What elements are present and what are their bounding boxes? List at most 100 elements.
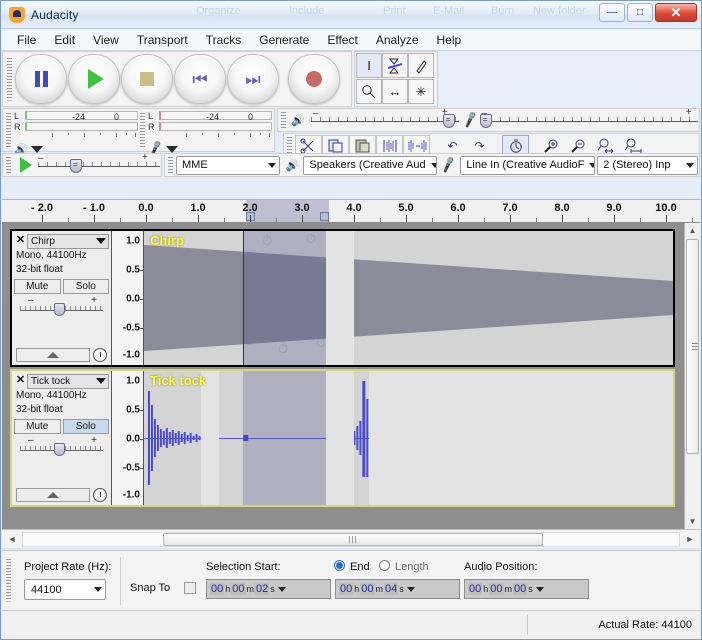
chevron-down-icon[interactable] bbox=[536, 587, 544, 592]
scroll-right-arrow-icon[interactable]: ► bbox=[680, 534, 700, 544]
waveform-chirp[interactable]: Chirp ⏱ ⏱ ⏱ ⏱ ⏱ bbox=[144, 231, 673, 365]
snap-to-checkbox[interactable] bbox=[184, 582, 196, 594]
solo-button-chirp[interactable]: Solo bbox=[63, 279, 110, 294]
track-control-panel-tick-tock[interactable]: ✕ Tick tock Mono, 44100Hz 32-bit float M… bbox=[12, 371, 112, 505]
chevron-down-icon[interactable] bbox=[278, 587, 286, 592]
scroll-up-arrow-icon[interactable]: ▲ bbox=[685, 223, 700, 238]
input-volume-thumb[interactable] bbox=[480, 114, 492, 128]
menu-file[interactable]: File bbox=[8, 30, 45, 50]
ruler-label-5.0: 5.0 bbox=[398, 202, 413, 214]
menu-edit[interactable]: Edit bbox=[45, 30, 84, 50]
transport-toolbar-grip[interactable] bbox=[5, 54, 13, 104]
gain-thumb-chirp[interactable] bbox=[54, 303, 65, 316]
close-track-icon[interactable]: ✕ bbox=[14, 235, 27, 248]
sel-end-seconds: 04 bbox=[384, 583, 398, 595]
track-name-dropdown-chirp[interactable]: Chirp bbox=[27, 234, 109, 249]
play-speed-thumb[interactable] bbox=[70, 159, 82, 173]
track-tick-tock[interactable]: ✕ Tick tock Mono, 44100Hz 32-bit float M… bbox=[10, 369, 675, 507]
microphone-icon: 🎤 bbox=[461, 111, 480, 129]
menu-analyze[interactable]: Analyze bbox=[367, 30, 428, 50]
output-device-combo[interactable]: Speakers (Creative Aud bbox=[303, 156, 437, 175]
track-clock-icon-chirp[interactable] bbox=[93, 348, 107, 362]
mixer-toolbar-grip[interactable] bbox=[279, 110, 287, 130]
chevron-down-icon[interactable] bbox=[407, 587, 415, 592]
length-radio[interactable] bbox=[379, 560, 390, 572]
track-name-dropdown-tick-tock[interactable]: Tick tock bbox=[27, 374, 109, 389]
play-at-speed-button[interactable] bbox=[20, 157, 32, 173]
menu-generate[interactable]: Generate bbox=[250, 30, 318, 50]
skip-end-button[interactable]: ⏭ bbox=[227, 54, 279, 104]
menu-tracks[interactable]: Tracks bbox=[197, 30, 251, 50]
sel-start-minutes-unit: m bbox=[247, 584, 255, 594]
menu-transport[interactable]: Transport bbox=[128, 30, 197, 50]
record-button[interactable] bbox=[288, 54, 340, 104]
horizontal-scroll-track[interactable]: ||| bbox=[22, 532, 680, 547]
audio-pos-minutes: 00 bbox=[489, 583, 503, 595]
gain-thumb-tick-tock[interactable] bbox=[54, 443, 65, 456]
horizontal-scrollbar[interactable]: ◄ ||| ► bbox=[2, 529, 700, 548]
horizontal-scroll-thumb[interactable]: ||| bbox=[163, 533, 543, 546]
track-clock-icon-tick-tock[interactable] bbox=[93, 488, 107, 502]
input-channels-value: 2 (Stereo) Inp bbox=[603, 159, 670, 171]
collapse-track-button-chirp[interactable] bbox=[16, 348, 90, 362]
record-meter[interactable]: L R 🎤 -24 0 bbox=[148, 110, 272, 150]
record-meter-menu-icon[interactable] bbox=[166, 146, 178, 153]
playback-meter-tick-0: 0 bbox=[114, 112, 119, 122]
audio-position-time-field[interactable]: 00 h 00 m 00 s bbox=[464, 579, 589, 599]
selection-tool[interactable]: I bbox=[356, 53, 382, 78]
track-chirp[interactable]: ✕ Chirp Mono, 44100Hz 32-bit float Mute … bbox=[10, 229, 675, 367]
selection-end-time-field[interactable]: 00 h 00 m 04 s bbox=[335, 579, 460, 599]
track-control-panel-chirp[interactable]: ✕ Chirp Mono, 44100Hz 32-bit float Mute … bbox=[12, 231, 112, 365]
gain-slider-chirp[interactable]: – + bbox=[14, 299, 109, 317]
output-volume-slider[interactable]: – + bbox=[311, 113, 459, 127]
record-meter-grip[interactable] bbox=[138, 110, 146, 150]
solo-button-tick-tock[interactable]: Solo bbox=[63, 419, 110, 434]
menu-view[interactable]: View bbox=[84, 30, 128, 50]
draw-tool[interactable] bbox=[408, 53, 434, 78]
scroll-left-arrow-icon[interactable]: ◄ bbox=[2, 534, 22, 544]
project-rate-combo[interactable]: 44100 bbox=[24, 579, 106, 600]
track-format-line2-tick-tock: 32-bit float bbox=[14, 403, 109, 417]
mute-button-chirp[interactable]: Mute bbox=[14, 279, 61, 294]
status-bar: Actual Rate: 44100 bbox=[2, 610, 700, 639]
playback-meter-menu-icon[interactable] bbox=[31, 146, 43, 153]
input-volume-slider[interactable]: – + bbox=[482, 113, 698, 127]
close-track-icon[interactable]: ✕ bbox=[14, 375, 27, 388]
multi-tool[interactable]: ✳ bbox=[408, 79, 434, 104]
scroll-down-arrow-icon[interactable]: ▼ bbox=[685, 514, 700, 529]
vertical-scroll-thumb[interactable] bbox=[686, 239, 699, 454]
play-button[interactable] bbox=[68, 54, 120, 104]
selection-start-cursor-chirp bbox=[243, 231, 244, 365]
waveform-tick-tock[interactable]: Tick tock bbox=[144, 371, 673, 505]
zoom-tool[interactable] bbox=[356, 79, 382, 104]
menu-help[interactable]: Help bbox=[428, 30, 471, 50]
timeline-ruler[interactable]: - 2.0 - 1.0 0.0 1.0 2.0 3.0 4.0 5.0 6.0 … bbox=[2, 199, 700, 223]
gain-minus-label-chirp: – bbox=[28, 295, 34, 306]
skip-start-button[interactable]: ⏮ bbox=[174, 54, 226, 104]
minimize-button[interactable]: — bbox=[599, 3, 625, 22]
playback-meter-grip[interactable] bbox=[4, 110, 12, 150]
selection-toolbar-grip[interactable] bbox=[4, 555, 12, 605]
stop-button[interactable] bbox=[121, 54, 173, 104]
end-radio[interactable] bbox=[334, 560, 345, 572]
envelope-tool[interactable] bbox=[382, 53, 408, 78]
selection-start-time-field[interactable]: 00 h 00 m 02 s bbox=[206, 579, 331, 599]
playback-meter[interactable]: L R 🔊 -24 0 bbox=[14, 110, 138, 150]
input-device-combo[interactable]: Line In (Creative AudioF bbox=[460, 156, 595, 175]
audio-host-combo[interactable]: MME bbox=[176, 156, 280, 175]
maximize-button[interactable]: □ bbox=[627, 3, 653, 22]
play-speed-slider[interactable]: – + bbox=[38, 158, 160, 172]
audio-pos-hours-unit: h bbox=[483, 584, 488, 594]
timeshift-tool[interactable]: ↔ bbox=[382, 79, 408, 104]
gain-slider-tick-tock[interactable]: – + bbox=[14, 439, 109, 457]
device-toolbar-grip[interactable] bbox=[166, 155, 174, 175]
vertical-scrollbar[interactable]: ▲ ▼ bbox=[684, 223, 700, 529]
mute-button-tick-tock[interactable]: Mute bbox=[14, 419, 61, 434]
skip-end-icon: ⏭ bbox=[245, 71, 260, 88]
pause-button[interactable] bbox=[15, 54, 67, 104]
play-speed-grip[interactable] bbox=[4, 155, 12, 175]
menu-effect[interactable]: Effect bbox=[318, 30, 366, 50]
close-button[interactable]: ✕ bbox=[655, 3, 697, 22]
input-channels-combo[interactable]: 2 (Stereo) Inp bbox=[597, 156, 698, 175]
collapse-track-button-tick-tock[interactable] bbox=[16, 488, 90, 502]
